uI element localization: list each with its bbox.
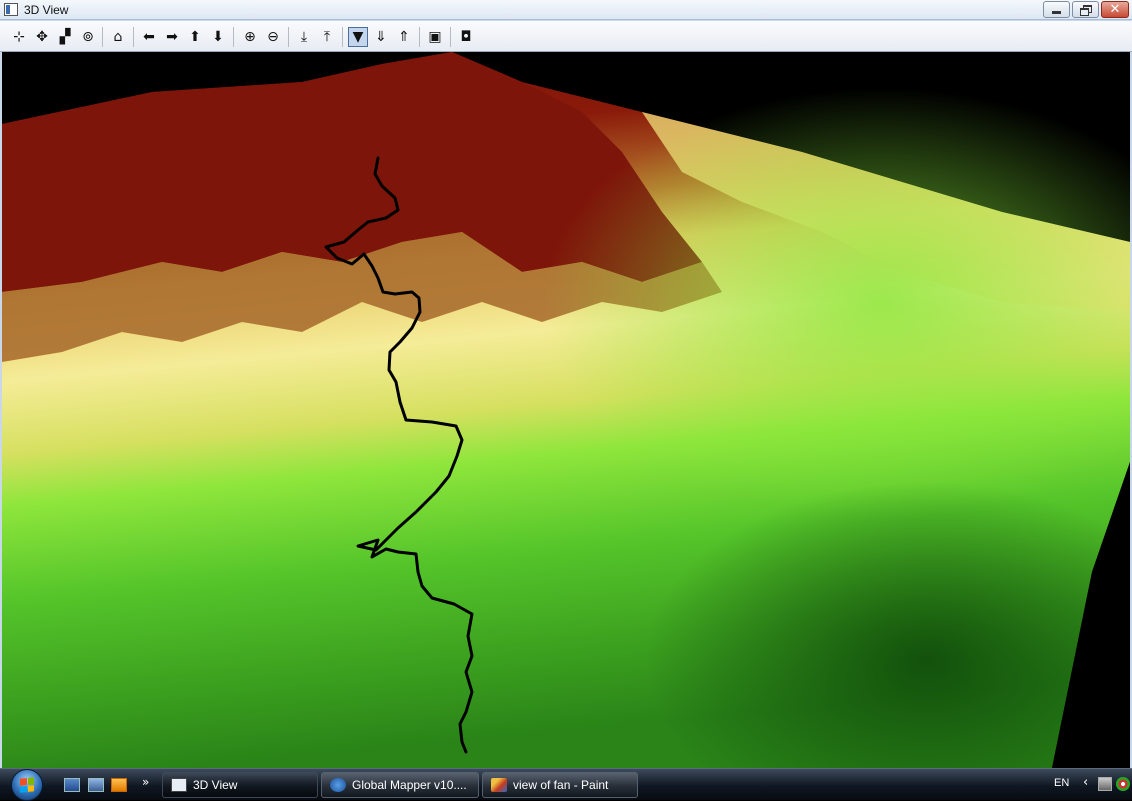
- taskbar-item-label: Global Mapper v10....: [352, 778, 467, 792]
- taskbar-item-label: view of fan - Paint: [513, 778, 609, 792]
- pan-icon: ✥: [36, 29, 48, 45]
- arrow-left-button[interactable]: ⬅: [139, 27, 159, 47]
- show-desktop-icon[interactable]: [64, 778, 80, 792]
- toolbar-separator: [342, 27, 343, 47]
- vertical-exaggeration-down-button[interactable]: ⇓: [371, 27, 391, 47]
- taskbar-item-label: 3D View: [193, 778, 238, 792]
- title-bar[interactable]: 3D View ✕: [0, 0, 1132, 20]
- vertical-exaggeration-down-icon: ⇓: [375, 29, 387, 45]
- paint-icon: [491, 778, 507, 792]
- zoom-box-icon: ▞: [59, 29, 71, 45]
- binoculars-icon: ⊚: [82, 29, 94, 45]
- raise-terrain-button[interactable]: ⤒: [317, 27, 337, 47]
- binoculars-button[interactable]: ⊚: [78, 27, 98, 47]
- vertical-exaggeration-up-icon: ⇑: [398, 29, 410, 45]
- save-button[interactable]: ▣: [425, 27, 445, 47]
- arrow-left-icon: ⬅: [143, 29, 155, 45]
- taskbar: » 3D View Global Mapper v10.... view of …: [0, 768, 1132, 801]
- arrow-down-icon: ⬇: [212, 29, 224, 45]
- water-level-button[interactable]: ▼: [348, 27, 368, 47]
- zoom-in-button[interactable]: ⊕: [240, 27, 260, 47]
- toolbar: ⊹ ✥ ▞ ⊚ ⌂ ⬅ ➡ ⬆ ⬇ ⊕ ⊖ ⤓ ⤒ ▼ ⇓ ⇑ ▣ ◘: [0, 21, 1132, 52]
- raise-terrain-icon: ⤒: [323, 29, 331, 45]
- zoom-out-icon: ⊖: [267, 29, 279, 45]
- tray-expand-icon[interactable]: ‹: [1083, 775, 1088, 790]
- minimize-icon: [1052, 11, 1061, 14]
- taskbar-item-3d-view[interactable]: 3D View: [162, 772, 318, 798]
- arrow-up-icon: ⬆: [189, 29, 201, 45]
- toolbar-separator: [450, 27, 451, 47]
- water-level-icon: ▼: [352, 29, 364, 45]
- vertical-exaggeration-up-button[interactable]: ⇑: [394, 27, 414, 47]
- window-title: 3D View: [24, 3, 69, 17]
- save-icon: ▣: [428, 29, 442, 45]
- arrow-right-button[interactable]: ➡: [162, 27, 182, 47]
- lower-terrain-button[interactable]: ⤓: [294, 27, 314, 47]
- pan-button[interactable]: ✥: [32, 27, 52, 47]
- home-icon: ⌂: [113, 29, 123, 45]
- restore-button[interactable]: [1072, 1, 1099, 18]
- toolbar-separator: [419, 27, 420, 47]
- toolbar-separator: [233, 27, 234, 47]
- quick-launch-more-icon[interactable]: »: [142, 775, 149, 789]
- windows-logo-icon: [20, 777, 34, 793]
- zoom-in-icon: ⊕: [244, 29, 256, 45]
- arrow-down-button[interactable]: ⬇: [208, 27, 228, 47]
- taskbar-item-paint[interactable]: view of fan - Paint: [482, 772, 638, 798]
- valley-shadow: [2, 52, 1130, 768]
- restore-icon: [1080, 5, 1092, 16]
- minimize-button[interactable]: [1043, 1, 1070, 18]
- camera-icon: ◘: [460, 29, 472, 45]
- close-button[interactable]: ✕: [1101, 1, 1129, 18]
- digitizer-icon: ⊹: [13, 29, 25, 45]
- switch-windows-icon[interactable]: [88, 778, 104, 792]
- terrain-render: [2, 52, 1130, 768]
- tray-app-icon[interactable]: [1116, 777, 1130, 791]
- arrow-up-button[interactable]: ⬆: [185, 27, 205, 47]
- toolbar-separator: [102, 27, 103, 47]
- network-icon[interactable]: [1098, 777, 1112, 791]
- digitizer-button[interactable]: ⊹: [9, 27, 29, 47]
- lower-terrain-icon: ⤓: [300, 29, 308, 45]
- start-button[interactable]: [6, 769, 48, 801]
- toolbar-separator: [288, 27, 289, 47]
- 3d-terrain-viewport[interactable]: [2, 52, 1130, 768]
- camera-button[interactable]: ◘: [456, 27, 476, 47]
- zoom-out-button[interactable]: ⊖: [263, 27, 283, 47]
- arrow-right-icon: ➡: [166, 29, 178, 45]
- media-player-icon[interactable]: [111, 778, 127, 792]
- language-indicator[interactable]: EN: [1054, 777, 1069, 789]
- taskbar-item-global-mapper[interactable]: Global Mapper v10....: [321, 772, 479, 798]
- toolbar-separator: [133, 27, 134, 47]
- zoom-box-button[interactable]: ▞: [55, 27, 75, 47]
- close-icon: ✕: [1109, 2, 1121, 17]
- globe-icon: [330, 778, 346, 792]
- home-button[interactable]: ⌂: [108, 27, 128, 47]
- app-window-icon[interactable]: [4, 3, 18, 16]
- app-window: 3D View ✕ ⊹ ✥ ▞ ⊚ ⌂ ⬅ ➡ ⬆ ⬇ ⊕ ⊖ ⤓ ⤒ ▼ ⇓ …: [0, 0, 1132, 768]
- window-icon: [171, 778, 187, 792]
